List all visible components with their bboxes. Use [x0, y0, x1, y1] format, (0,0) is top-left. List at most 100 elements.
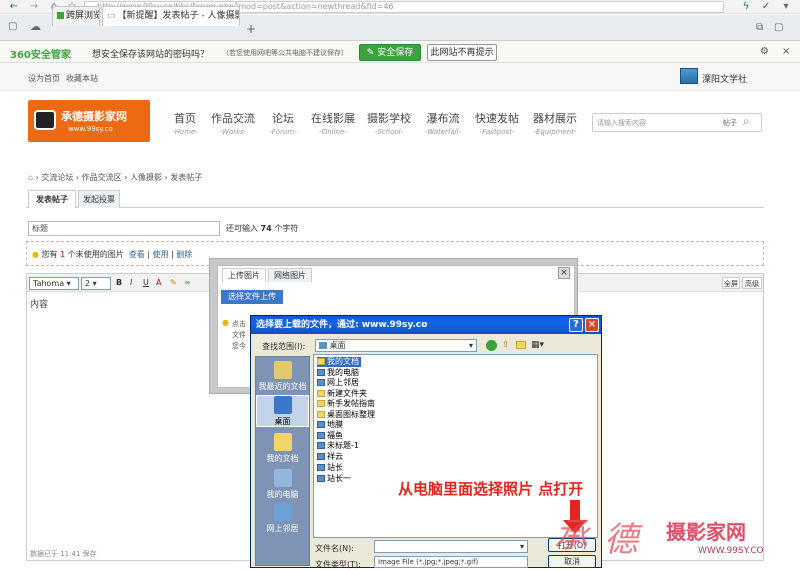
use-link[interactable]: 使用 — [153, 250, 169, 259]
file-item[interactable]: 我的文档 — [317, 357, 361, 367]
safe-save-button[interactable]: ✎ 安全保存 — [359, 44, 421, 61]
nav-home[interactable]: 首页 -Home- — [160, 110, 210, 136]
text-color-icon[interactable]: A — [156, 278, 161, 287]
autosave-status: 数据已于 11:41 保存 — [30, 550, 97, 558]
search-scope-select[interactable]: 帖子 — [723, 118, 737, 128]
file-item[interactable]: 桌面图标整理 — [317, 410, 375, 420]
italic-icon[interactable]: I — [130, 278, 132, 287]
cloud-icon[interactable]: ☁ — [30, 21, 42, 33]
tab-label: 跨屏浏览 — [66, 11, 100, 21]
place-my-computer[interactable]: 我的电脑 — [256, 469, 309, 500]
tab-new-thread[interactable]: ▭ 【新提醒】发表帖子 - 人像摄影 — [102, 6, 240, 26]
dialog-close-icon[interactable]: × — [585, 318, 599, 332]
back-nav-icon[interactable] — [486, 340, 497, 351]
file-item[interactable]: 网上邻居 — [317, 378, 359, 388]
breadcrumb-works[interactable]: 作品交流区 — [82, 173, 122, 182]
view-menu-icon[interactable]: ▦▾ — [531, 340, 544, 350]
settings-gear-icon[interactable]: ⚙ — [760, 46, 769, 57]
select-file-button[interactable]: 选择文件上传 — [221, 290, 283, 304]
file-item[interactable]: 新建文件夹 — [317, 389, 367, 399]
watermark-url: WWW.99SY.CO — [698, 546, 764, 556]
up-folder-icon[interactable]: ⇧ — [502, 340, 510, 350]
tab-new-post[interactable]: 发表帖子 — [28, 190, 76, 208]
cross-screen-icon — [57, 12, 64, 19]
new-folder-icon[interactable] — [516, 341, 526, 349]
place-recent[interactable]: 我最近的文档 — [256, 361, 309, 392]
file-item[interactable]: 站长 — [317, 463, 343, 473]
filename-input[interactable]: ▾ — [374, 540, 528, 553]
font-family-select[interactable]: Tahoma ▾ — [29, 277, 79, 290]
tab-new-poll[interactable]: 发起投票 — [78, 190, 120, 208]
menu-icon[interactable]: ▾ — [780, 1, 792, 13]
place-desktop[interactable]: 桌面 — [256, 395, 309, 427]
window-list-icon[interactable]: ⧉ — [756, 22, 763, 33]
search-input[interactable]: 请输入搜索内容 — [597, 118, 646, 128]
file-item[interactable]: 祥云 — [317, 452, 343, 462]
nav-forum[interactable]: 论坛 -Forum- — [258, 110, 308, 136]
chars-left-suffix: 个字符 — [274, 224, 299, 233]
bold-icon[interactable]: B — [116, 278, 122, 287]
partner-link[interactable]: 溧阳文学社 — [702, 72, 747, 85]
tab-cross-screen[interactable]: 跨屏浏览 — [52, 6, 100, 26]
set-homepage-link[interactable]: 设为首页 — [28, 73, 60, 84]
font-size-select[interactable]: 2 ▾ — [81, 277, 111, 290]
nav-sublabel: -Forum- — [269, 128, 297, 136]
nav-label: 论坛 — [272, 112, 294, 125]
delete-link[interactable]: 删除 — [176, 250, 192, 259]
view-link[interactable]: 查看 — [129, 250, 145, 259]
help-icon[interactable]: ? — [569, 318, 583, 332]
tab-upload-image[interactable]: 上传图片 — [222, 268, 266, 282]
search-icon[interactable]: ⌕ — [743, 114, 750, 129]
nav-sublabel: -Home- — [172, 128, 198, 136]
file-item[interactable]: 地膜 — [317, 420, 343, 430]
nav-waterfall[interactable]: 瀑布流 -Waterfall- — [418, 110, 468, 136]
fullscreen-button[interactable]: 全屏 — [722, 277, 740, 289]
chars-left-prefix: 还可输入 — [226, 224, 258, 233]
content-editor[interactable]: 内容 — [30, 297, 48, 310]
file-item[interactable]: 我的电脑 — [317, 368, 359, 378]
place-network[interactable]: 网上邻居 — [256, 503, 309, 534]
close-bar-icon[interactable]: × — [782, 46, 790, 57]
restore-icon[interactable]: ▢ — [774, 22, 783, 33]
title-input[interactable]: 标题 — [28, 221, 220, 236]
filetype-select[interactable]: Image File (*.jpg;*.jpeg;*.gif) — [374, 556, 528, 568]
file-item[interactable]: 福鱼 — [317, 431, 343, 441]
file-item[interactable]: 未标题-1 — [317, 441, 359, 451]
nav-equipment[interactable]: 器材展示 -Equipment- — [530, 110, 580, 136]
nav-online[interactable]: 在线影展 -Online- — [308, 110, 358, 136]
file-item[interactable]: 新手发帖指南 — [317, 399, 375, 409]
never-prompt-button[interactable]: 此网站不再提示 — [427, 44, 497, 61]
password-question: 想安全保存该网站的密码吗？ — [92, 50, 210, 60]
close-icon[interactable]: × — [558, 267, 570, 279]
highlight-icon[interactable]: ✎ — [170, 278, 177, 287]
forward-icon[interactable]: → — [28, 1, 40, 13]
folder-icon — [317, 411, 325, 418]
back-icon[interactable]: ← — [8, 1, 20, 13]
nav-school[interactable]: 摄影学校 -School- — [364, 110, 414, 136]
file-name: 我的文档 — [327, 357, 359, 366]
advanced-button[interactable]: 高级 — [742, 277, 762, 289]
new-tab-button[interactable]: + — [246, 23, 256, 35]
tab-web-image[interactable]: 网络图片 — [268, 268, 312, 282]
underline-icon[interactable]: U — [143, 278, 149, 287]
breadcrumb-portrait[interactable]: 人像摄影 — [130, 173, 162, 182]
nav-works[interactable]: 作品交流 -Works- — [208, 110, 258, 136]
link-icon[interactable]: ∞ — [184, 278, 191, 287]
bookmark-site-link[interactable]: 收藏本站 — [66, 73, 98, 84]
nav-fastpost[interactable]: 快速发帖 -Fastpost- — [472, 110, 522, 136]
filetype-label: 文件类型(T): — [315, 560, 361, 569]
unused-suffix: 个未使用的图片 — [67, 250, 124, 259]
file-item[interactable]: 站长一 — [317, 474, 351, 484]
home-icon[interactable]: ⌂ — [28, 173, 33, 182]
place-my-documents[interactable]: 我的文档 — [256, 433, 309, 464]
site-logo[interactable]: 承德摄影家网 www.99sy.co — [28, 100, 150, 142]
lightning-icon[interactable]: ϟ — [740, 1, 752, 13]
upload-tip-line-2: 文件 — [232, 331, 246, 339]
nav-sublabel: -Works- — [219, 128, 247, 136]
extension-icon[interactable]: ✓ — [760, 1, 772, 13]
lookin-label: 查找范围(I): — [262, 342, 306, 351]
breadcrumb-forum[interactable]: 交流论坛 — [41, 173, 73, 182]
lightbulb-icon: ● — [32, 250, 39, 259]
lookin-select[interactable]: 桌面 ▾ — [315, 339, 477, 352]
tutorial-annotation: 从电脑里面选择照片 点打开 — [398, 480, 584, 498]
